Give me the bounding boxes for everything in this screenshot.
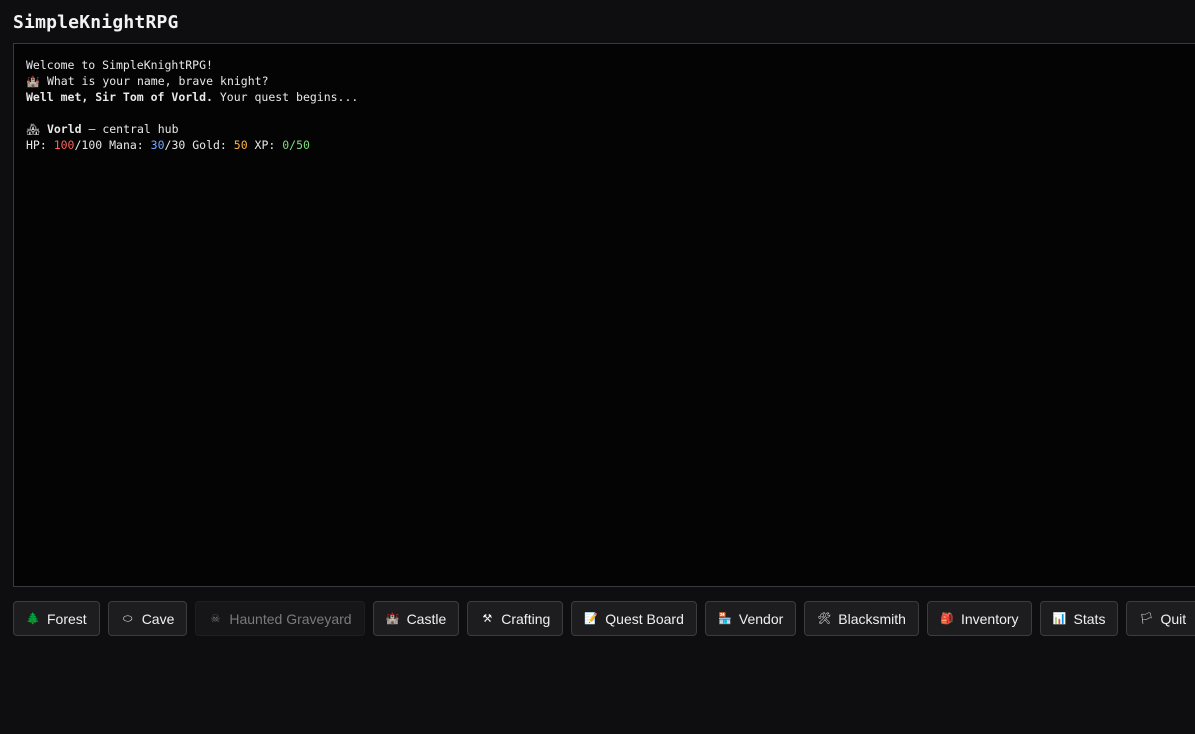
castle-icon: 🏰 [385,612,400,625]
cave-button[interactable]: ⬭ Cave [107,601,188,636]
log-line-blank [26,105,1190,121]
mana-current: 30 [150,138,165,152]
location-name: Vorld [46,122,82,136]
quit-button[interactable]: 🏳 Quit [1126,601,1195,636]
quit-label: Quit [1160,610,1187,627]
mana-label: Mana: [102,138,151,152]
forest-button[interactable]: 🌲 Forest [13,601,100,636]
status-line: HP: 100/100 Mana: 30/30 Gold: 50 XP: 0/5… [26,137,1190,153]
hp-current: 100 [53,138,75,152]
gold-value: 50 [233,138,248,152]
log-line-greeting: Well met, Sir Tom of Vorld. Your quest b… [26,89,1190,105]
castle-label: Castle [406,610,447,627]
log-line-name-prompt: 🏰 What is your name, brave knight? [26,73,1190,89]
vendor-button[interactable]: 🏪 Vendor [704,601,797,636]
log-line-welcome: Welcome to SimpleKnightRPG! [26,58,213,72]
memo-icon: 📝 [584,612,599,625]
skull-icon: ☠ [210,612,221,625]
name-prompt-text: What is your name, brave knight? [46,74,269,88]
mana-max: /30 [164,138,186,152]
action-bar: 🌲 Forest ⬭ Cave ☠ Haunted Graveyard 🏰 Castle… [13,601,1195,636]
hammer-pick-icon: ⚒ [482,612,493,625]
crafting-button[interactable]: ⚒ Crafting [467,601,564,636]
xp-label: XP: [247,138,283,152]
hub-house-icon: 🏘 [26,123,40,136]
gold-label: Gold: [185,138,234,152]
tree-icon: 🌲 [26,612,40,625]
hp-max: /100 [74,138,103,152]
crafting-label: Crafting [501,610,551,627]
greeting-rest-text: Your quest begins... [212,90,359,104]
hp-label: HP: [26,138,54,152]
xp-value: 0/50 [282,138,310,152]
flag-icon: 🏳 [1139,612,1154,625]
backpack-icon: 🎒 [940,612,954,625]
castle-button[interactable]: 🏰 Castle [372,601,460,636]
location-desc: — central hub [81,122,179,136]
haunted-graveyard-button: ☠ Haunted Graveyard [195,601,365,636]
greeting-bold-text: Well met, Sir Tom of Vorld. [26,90,213,104]
vendor-label: Vendor [738,610,784,627]
blacksmith-label: Blacksmith [838,610,906,627]
inventory-label: Inventory [960,610,1019,627]
stats-button[interactable]: 📊 Stats [1039,601,1119,636]
app-title: SimpleKnightRPG [13,12,179,33]
bar-chart-icon: 📊 [1052,612,1067,625]
tools-icon: 🛠 [817,612,832,625]
castle-icon: 🏰 [26,75,40,88]
inventory-button[interactable]: 🎒 Inventory [926,601,1032,636]
stats-label: Stats [1073,610,1106,627]
shop-icon: 🏪 [718,612,732,625]
forest-label: Forest [47,610,87,627]
log-line-location: 🏘 Vorld — central hub [26,121,1190,137]
cave-label: Cave [141,610,175,627]
cave-icon: ⬭ [122,612,133,625]
blacksmith-button[interactable]: 🛠 Blacksmith [804,601,919,636]
game-log: Welcome to SimpleKnightRPG! 🏰 What is yo… [13,43,1195,587]
quest-board-label: Quest Board [605,610,684,627]
haunted-graveyard-label: Haunted Graveyard [229,610,352,627]
quest-board-button[interactable]: 📝 Quest Board [571,601,697,636]
